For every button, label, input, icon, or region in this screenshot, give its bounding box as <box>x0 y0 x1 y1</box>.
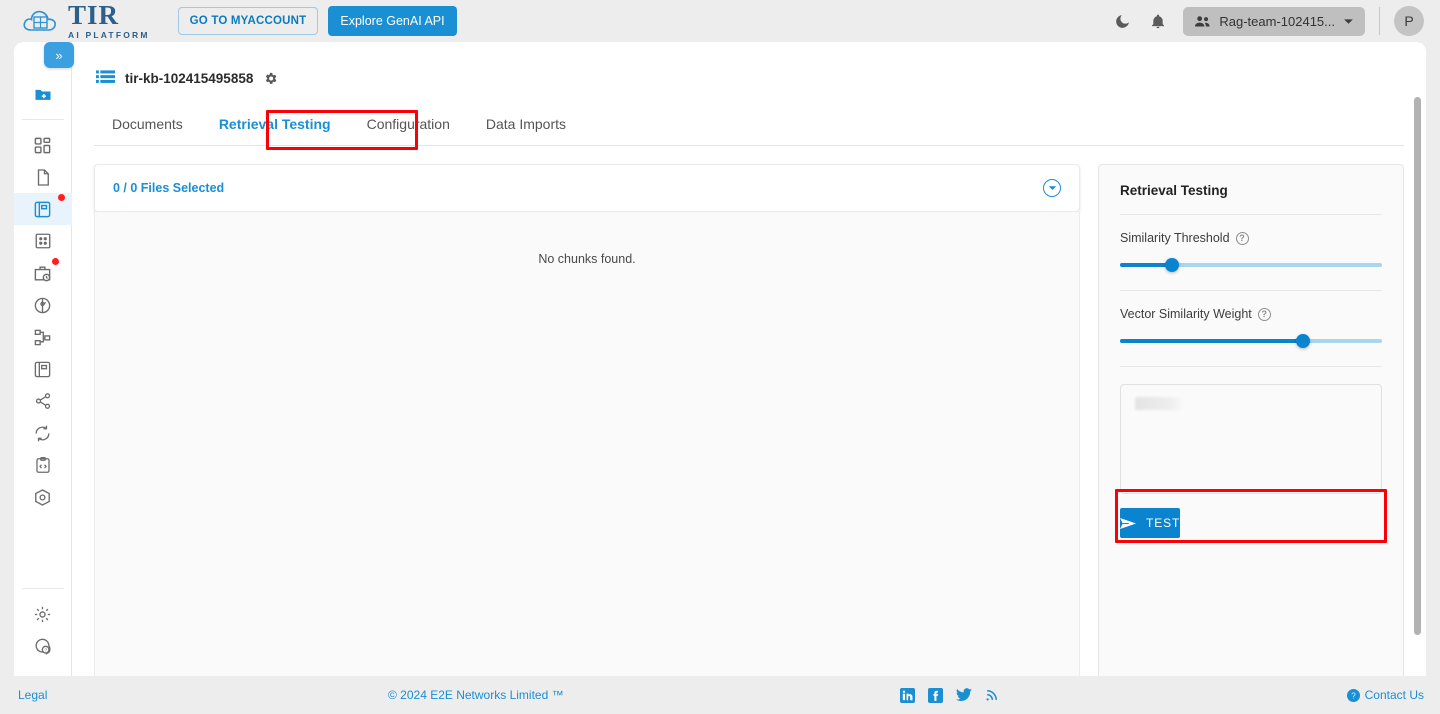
sidebar-item-sync[interactable] <box>20 417 66 449</box>
slider-fill <box>1120 339 1304 343</box>
bell-icon[interactable] <box>1147 10 1169 32</box>
similarity-threshold-label: Similarity Threshold <box>1120 231 1230 245</box>
circle-chevron-down-icon[interactable] <box>1043 179 1061 197</box>
retrieval-testing-title: Retrieval Testing <box>1120 183 1228 198</box>
tab-data-imports[interactable]: Data Imports <box>468 104 584 145</box>
knowledge-base-header: tir-kb-102415495858 <box>96 70 1426 86</box>
sidebar-divider-1 <box>21 119 64 120</box>
vector-similarity-weight-slider[interactable] <box>1120 334 1382 348</box>
header-divider <box>1379 7 1380 35</box>
brand-name: TIR <box>68 0 120 31</box>
sidebar-expand-button[interactable]: » <box>44 42 74 68</box>
vertical-scrollbar[interactable] <box>1414 97 1421 635</box>
copyright-text: © 2024 E2E Networks Limited ™ <box>388 688 564 702</box>
list-blue-icon <box>96 70 115 86</box>
svg-text:?: ? <box>44 647 47 653</box>
contact-us-link[interactable]: ? Contact Us <box>1346 688 1424 702</box>
sidebar-item-new-project-folder[interactable] <box>20 78 66 110</box>
svg-text:?: ? <box>1351 691 1356 700</box>
app-shell: ? » tir-kb-102415495858 Documents Retrie… <box>14 42 1426 676</box>
rss-icon[interactable] <box>985 688 999 702</box>
moon-icon[interactable] <box>1111 10 1133 32</box>
sidebar-item-pipelines[interactable] <box>20 321 66 353</box>
files-selected-label: 0 / 0 Files Selected <box>113 181 225 195</box>
sidebar-item-inference[interactable] <box>20 289 66 321</box>
panel-divider-3 <box>1120 366 1382 367</box>
files-selected-bar[interactable]: 0 / 0 Files Selected <box>94 164 1080 212</box>
badge-dot <box>51 258 59 265</box>
sidebar-item-settings[interactable] <box>20 598 66 630</box>
sidebar-item-documents[interactable] <box>20 161 66 193</box>
sidebar-item-jobs[interactable] <box>20 257 66 289</box>
social-links <box>900 687 999 703</box>
vector-similarity-weight-label: Vector Similarity Weight <box>1120 307 1252 321</box>
sidebar-item-datasets[interactable] <box>20 225 66 257</box>
gear-icon[interactable] <box>263 71 278 86</box>
retrieval-testing-panel: Retrieval Testing Similarity Threshold ? <box>1098 164 1404 676</box>
query-input[interactable] <box>1120 384 1382 494</box>
chunks-panel: 0 / 0 Files Selected No chunks found. <box>94 164 1080 676</box>
send-paper-plane-icon <box>1120 517 1136 530</box>
team-selector[interactable]: Rag-team-102415... <box>1183 6 1365 36</box>
brand-logo: TIR AI PLATFORM <box>22 2 150 40</box>
slider-thumb[interactable] <box>1165 258 1180 272</box>
tab-documents[interactable]: Documents <box>94 104 201 145</box>
question-circle-icon[interactable]: ? <box>1257 307 1271 321</box>
contact-us-label: Contact Us <box>1364 688 1424 702</box>
header-actions: Rag-team-102415... P <box>1111 6 1424 36</box>
tir-cloud-icon <box>22 6 62 36</box>
question-circle-icon[interactable]: ? <box>1235 231 1249 245</box>
sidebar-item-containers[interactable] <box>20 481 66 513</box>
facebook-icon[interactable] <box>928 687 943 703</box>
no-chunks-message: No chunks found. <box>538 252 636 266</box>
test-button[interactable]: TEST <box>1120 508 1181 538</box>
content-columns: 0 / 0 Files Selected No chunks found. Re… <box>94 164 1404 676</box>
question-circle-icon: ? <box>1346 688 1360 702</box>
sidebar-item-code-snippets[interactable] <box>20 449 66 481</box>
page-content: tir-kb-102415495858 Documents Retrieval … <box>72 42 1426 676</box>
brand-wordmark: TIR AI PLATFORM <box>68 2 150 40</box>
team-name-label: Rag-team-102415... <box>1219 13 1335 29</box>
sidebar-item-share[interactable] <box>20 385 66 417</box>
sidebar-bottom-group: ? <box>14 579 71 676</box>
twitter-icon[interactable] <box>956 688 972 702</box>
sidebar-item-knowledge-base[interactable] <box>14 193 72 225</box>
sidebar-item-registry[interactable] <box>20 353 66 385</box>
sidebar-item-support[interactable]: ? <box>20 630 66 662</box>
explore-genai-api-button[interactable]: Explore GenAI API <box>328 6 457 36</box>
footer: Legal © 2024 E2E Networks Limited ™ ? Co… <box>0 676 1440 714</box>
similarity-threshold-label-row: Similarity Threshold ? <box>1120 231 1382 245</box>
similarity-threshold-slider[interactable] <box>1120 258 1382 272</box>
tab-retrieval-testing[interactable]: Retrieval Testing <box>201 104 349 145</box>
tab-configuration[interactable]: Configuration <box>349 104 468 145</box>
sidebar-item-dashboard[interactable] <box>20 129 66 161</box>
people-icon <box>1194 15 1211 28</box>
redacted-placeholder <box>1135 397 1181 410</box>
test-button-label: TEST <box>1146 516 1181 530</box>
chunks-empty-area: No chunks found. <box>94 212 1080 676</box>
avatar[interactable]: P <box>1394 6 1424 36</box>
sidebar-rail: ? <box>14 42 72 676</box>
vector-similarity-weight-label-row: Vector Similarity Weight ? <box>1120 307 1382 321</box>
brand-subtitle: AI PLATFORM <box>68 30 150 41</box>
slider-thumb[interactable] <box>1296 334 1311 348</box>
test-button-wrapper: TEST <box>1115 489 1387 543</box>
badge-dot <box>57 194 65 201</box>
go-to-myaccount-button[interactable]: GO TO MYACCOUNT <box>177 7 319 35</box>
chevron-down-icon[interactable] <box>1343 18 1354 25</box>
legal-link[interactable]: Legal <box>18 688 47 702</box>
top-header-bar: TIR AI PLATFORM GO TO MYACCOUNT Explore … <box>0 0 1440 42</box>
linkedin-icon[interactable] <box>900 687 915 703</box>
tab-bar: Documents Retrieval Testing Configuratio… <box>94 104 1404 146</box>
sidebar-divider-2 <box>21 588 64 589</box>
similarity-threshold-field: Similarity Threshold ? <box>1120 215 1382 272</box>
page-title: tir-kb-102415495858 <box>125 70 254 86</box>
vector-similarity-weight-field: Vector Similarity Weight ? <box>1120 291 1382 348</box>
